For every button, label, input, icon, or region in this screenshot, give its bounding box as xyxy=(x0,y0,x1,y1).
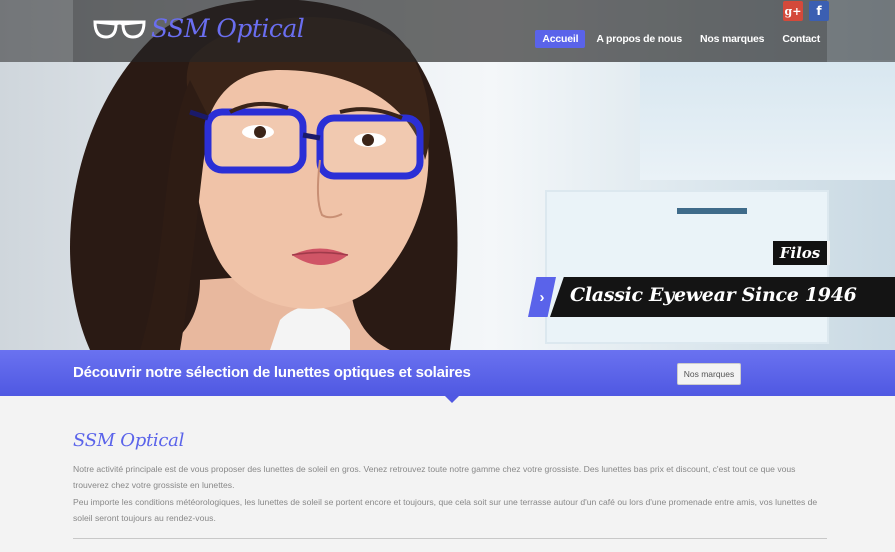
content-title: SSM Optical xyxy=(73,430,185,451)
slider-caption-text: Classic Eyewear Since 1946 xyxy=(570,284,857,306)
facebook-icon[interactable]: f xyxy=(809,1,829,21)
google-plus-icon[interactable]: g+ xyxy=(783,1,803,21)
social-links: g+ f xyxy=(783,1,829,21)
main-nav: Accueil A propos de nous Nos marques Con… xyxy=(535,30,827,48)
content-paragraph-2: Peu importe les conditions météorologiqu… xyxy=(73,497,818,523)
divider xyxy=(73,538,827,539)
nav-item-a-propos[interactable]: A propos de nous xyxy=(589,30,689,48)
slider-caption-big: Classic Eyewear Since 1946 xyxy=(550,277,895,317)
nos-marques-button[interactable]: Nos marques xyxy=(677,363,741,385)
nav-item-accueil[interactable]: Accueil xyxy=(535,30,586,48)
glasses-logo-icon xyxy=(93,19,146,39)
hero-background-window xyxy=(640,60,895,180)
nav-item-contact[interactable]: Contact xyxy=(775,30,827,48)
nav-item-nos-marques[interactable]: Nos marques xyxy=(693,30,771,48)
hero-background-monitor xyxy=(545,190,829,344)
logo-text: SSM Optical xyxy=(151,14,305,43)
site-logo[interactable]: SSM Optical xyxy=(92,14,305,43)
band-notch xyxy=(445,396,459,403)
content-paragraph-1: Notre activité principale est de vous pr… xyxy=(73,464,796,490)
slider-caption-small: Filos xyxy=(773,241,830,265)
promo-band: Découvrir notre sélection de lunettes op… xyxy=(0,350,895,396)
promo-band-text: Découvrir notre sélection de lunettes op… xyxy=(73,364,471,381)
